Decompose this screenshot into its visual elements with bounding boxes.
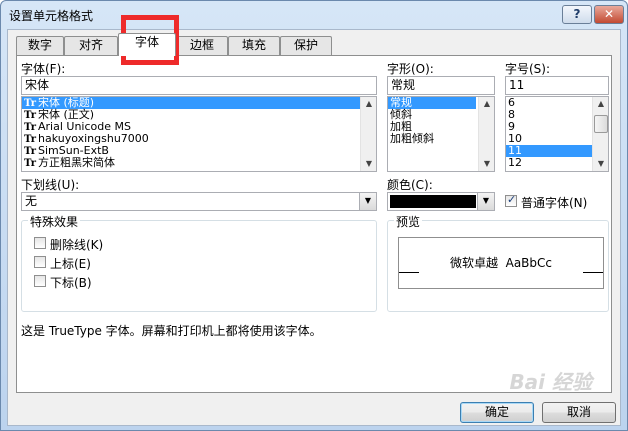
font-list[interactable]: Tr 宋体 (标题) Tr 宋体 (正文) Tr Arial Unicode MS T… (21, 96, 377, 172)
size-list[interactable]: 6 8 9 10 11 12 ▲ ▼ (505, 96, 609, 172)
effects-title: 特殊效果 (28, 213, 81, 230)
size-input[interactable]: 11 (505, 76, 609, 95)
preview-box: 微软卓越 AaBbCc (398, 237, 604, 289)
tab-fill[interactable]: 填充 (228, 36, 280, 55)
dialog-window: 设置单元格格式 ? ✕ 数字 对齐 字体 边框 填充 保护 字体(F): 宋体 … (0, 0, 628, 431)
color-swatch (390, 195, 476, 208)
scroll-up-icon[interactable]: ▲ (362, 97, 376, 111)
normal-font-checkbox[interactable] (505, 193, 517, 207)
style-list[interactable]: 常规 倾斜 加粗 加粗倾斜 ▲ ▼ (387, 96, 495, 172)
preview-baseline-right (583, 272, 603, 273)
normal-font-label: 普通字体(N) (521, 196, 588, 210)
superscript-label: 上标(E) (50, 257, 91, 271)
preview-baseline-left (399, 272, 419, 273)
dialog-client: 数字 对齐 字体 边框 填充 保护 字体(F): 宋体 Tr 宋体 (标题) Tr… (7, 29, 621, 426)
title-bar: 设置单元格格式 ? ✕ (1, 1, 627, 29)
preview-group: 预览 微软卓越 AaBbCc (387, 213, 609, 312)
size-list-scrollbar[interactable]: ▲ ▼ (592, 97, 608, 171)
style-label: 字形(O): (387, 62, 434, 76)
tab-number[interactable]: 数字 (16, 36, 64, 55)
subscript-checkbox[interactable] (34, 275, 46, 287)
font-description: 这是 TrueType 字体。屏幕和打印机上都将使用该字体。 (21, 324, 322, 338)
scroll-thumb[interactable] (594, 115, 608, 133)
style-input[interactable]: 常规 (387, 76, 495, 95)
subscript-label: 下标(B) (50, 276, 92, 290)
scroll-up-icon[interactable]: ▲ (480, 97, 494, 111)
list-item[interactable]: Tr 方正粗黑宋简体 (22, 157, 376, 170)
scroll-down-icon[interactable]: ▼ (594, 157, 608, 171)
tab-protection[interactable]: 保护 (280, 36, 332, 55)
tab-font[interactable]: 字体 (118, 33, 176, 56)
tab-alignment[interactable]: 对齐 (64, 36, 118, 55)
font-list-scrollbar[interactable]: ▲ ▼ (360, 97, 376, 171)
strikethrough-label: 删除线(K) (50, 238, 104, 252)
close-button[interactable]: ✕ (594, 5, 624, 24)
preview-title: 预览 (394, 213, 423, 230)
truetype-icon: Tr (24, 158, 36, 169)
scroll-down-icon[interactable]: ▼ (480, 157, 494, 171)
chevron-down-icon[interactable]: ▼ (359, 193, 376, 210)
dialog-title: 设置单元格格式 (9, 9, 94, 23)
cancel-button[interactable]: 取消 (542, 402, 616, 423)
superscript-checkbox[interactable] (34, 256, 46, 268)
scroll-down-icon[interactable]: ▼ (362, 157, 376, 171)
watermark-logo: Bai 经验 (509, 370, 592, 394)
font-label: 字体(F): (21, 62, 66, 76)
chevron-down-icon[interactable]: ▼ (477, 193, 494, 210)
size-label: 字号(S): (505, 62, 551, 76)
style-list-scrollbar[interactable]: ▲ ▼ (478, 97, 494, 171)
color-select[interactable]: ▼ (387, 192, 495, 211)
font-input[interactable]: 宋体 (21, 76, 377, 95)
preview-text: 微软卓越 AaBbCc (449, 256, 553, 270)
tab-border[interactable]: 边框 (176, 36, 228, 55)
ok-button[interactable]: 确定 (460, 402, 534, 423)
help-button[interactable]: ? (562, 5, 592, 24)
color-label: 颜色(C): (387, 178, 433, 192)
underline-select[interactable]: 无 ▼ (21, 192, 377, 211)
scroll-up-icon[interactable]: ▲ (594, 97, 608, 111)
strikethrough-checkbox[interactable] (34, 237, 46, 249)
underline-label: 下划线(U): (21, 178, 80, 192)
font-tab-panel: 字体(F): 宋体 Tr 宋体 (标题) Tr 宋体 (正文) Tr Arial Un… (16, 55, 612, 393)
effects-group: 特殊效果 删除线(K) 上标(E) 下标(B) (21, 213, 377, 312)
underline-value: 无 (25, 194, 38, 208)
